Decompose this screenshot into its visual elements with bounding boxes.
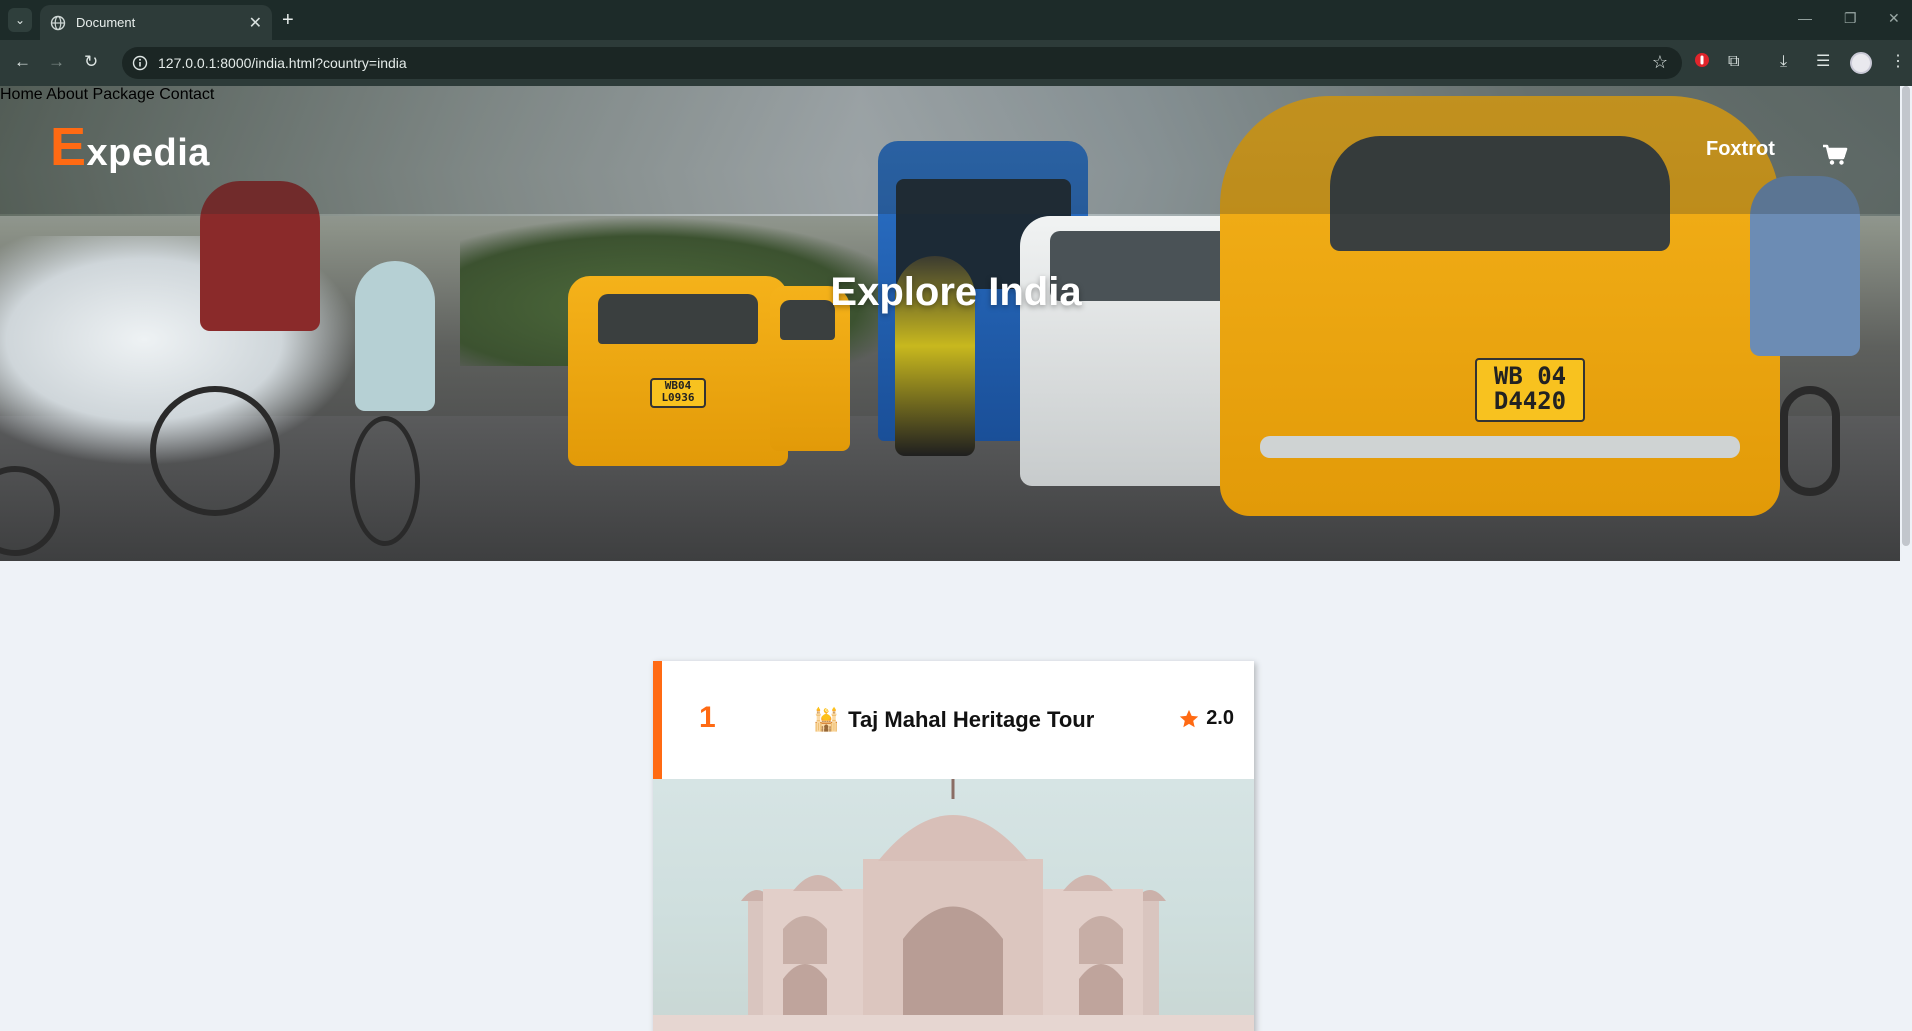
- nav-package[interactable]: Package: [93, 86, 155, 103]
- taxi-plate-line: D4420: [1493, 387, 1567, 416]
- cart-wheel: [150, 386, 280, 516]
- nav-home[interactable]: Home: [0, 86, 43, 103]
- globe-icon: [50, 15, 66, 30]
- minimize-icon[interactable]: —: [1798, 10, 1812, 26]
- star-icon: [1180, 709, 1199, 727]
- extension-red-icon[interactable]: [1694, 52, 1710, 74]
- downloads-icon[interactable]: ⤓: [1780, 52, 1787, 72]
- extensions-puzzle-icon[interactable]: ⧉: [1728, 52, 1739, 72]
- media-queue-icon[interactable]: ☰: [1816, 52, 1830, 72]
- taxi-plate-line: L0936: [661, 390, 695, 404]
- rating-value: 2.0: [1206, 707, 1234, 729]
- browser-tab-bar: ⌄ Document ✕ + — ❐ ✕: [0, 0, 1912, 40]
- tour-rating: 2.0: [1178, 707, 1234, 730]
- site-header: Expedia Home About Package Contact Foxtr…: [0, 86, 1912, 214]
- tour-card[interactable]: 1 🕌 Taj Mahal Heritage Tour 2.0: [653, 661, 1254, 1031]
- taxi-plate-line: WB04: [664, 379, 692, 392]
- nav-contact[interactable]: Contact: [159, 86, 214, 103]
- logo-text: xpedia: [86, 132, 210, 174]
- hero-banner: WB04 L0936 WB 04 D4420 Expedia Home Abou…: [0, 86, 1912, 561]
- profile-avatar[interactable]: [1850, 52, 1872, 74]
- page-scrollbar[interactable]: [1900, 86, 1912, 1031]
- chevron-down-icon: ⌄: [14, 13, 26, 27]
- motorbike-wheel: [1780, 386, 1840, 496]
- tab-title: Document: [76, 15, 136, 30]
- close-icon[interactable]: ✕: [249, 13, 262, 33]
- tour-name: Taj Mahal Heritage Tour: [848, 707, 1095, 732]
- page-viewport: WB04 L0936 WB 04 D4420 Expedia Home Abou…: [0, 86, 1912, 1031]
- forward-arrow-icon[interactable]: →: [48, 52, 65, 72]
- address-bar[interactable]: 127.0.0.1:8000/india.html?country=india …: [122, 47, 1682, 79]
- taj-mahal-photo: [653, 779, 1254, 1031]
- mosque-icon: 🕌: [812, 707, 841, 732]
- site-logo[interactable]: Expedia: [50, 116, 210, 178]
- new-tab-button[interactable]: +: [282, 8, 294, 32]
- white-car-illustration: [1020, 216, 1250, 486]
- nav-about[interactable]: About: [46, 86, 88, 103]
- main-nav: Home About Package Contact: [0, 86, 1912, 104]
- browser-toolbar: ← → ↻ 127.0.0.1:8000/india.html?country=…: [0, 40, 1912, 86]
- window-close-icon[interactable]: ✕: [1888, 10, 1900, 27]
- site-info-icon[interactable]: [132, 55, 148, 71]
- bookmark-star-icon[interactable]: ☆: [1652, 52, 1668, 73]
- tour-title: 🕌 Taj Mahal Heritage Tour: [653, 707, 1254, 733]
- tab-search-button[interactable]: ⌄: [8, 8, 32, 32]
- browser-tab[interactable]: Document ✕: [40, 5, 272, 40]
- menu-kebab-icon[interactable]: ⋮: [1890, 52, 1906, 72]
- hero-title: Explore India: [830, 270, 1082, 314]
- user-name[interactable]: Foxtrot: [1706, 138, 1775, 161]
- back-arrow-icon[interactable]: ←: [14, 52, 31, 72]
- taxi-plate-line: WB 04: [1493, 362, 1567, 390]
- reload-icon[interactable]: ↻: [84, 52, 98, 72]
- scrollbar-thumb[interactable]: [1902, 86, 1910, 546]
- url-text: 127.0.0.1:8000/india.html?country=india: [158, 55, 407, 71]
- shopping-cart-icon[interactable]: [1822, 144, 1848, 166]
- logo-initial: E: [50, 117, 87, 177]
- bicycle-wheel: [350, 416, 420, 546]
- restore-icon[interactable]: ❐: [1844, 10, 1857, 27]
